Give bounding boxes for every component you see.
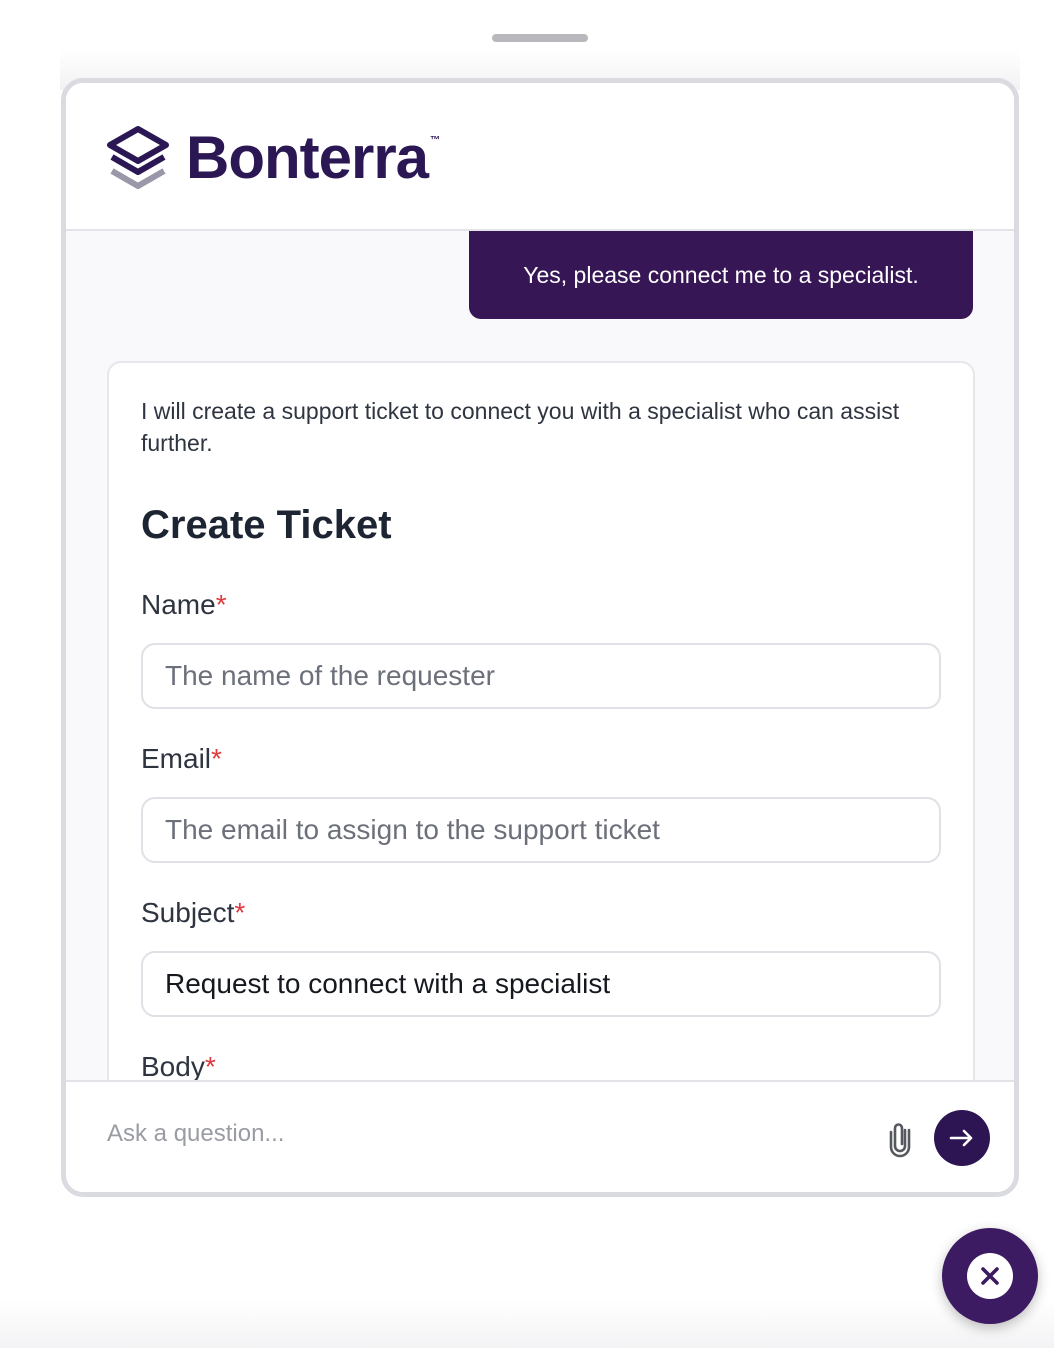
subject-label-text: Subject bbox=[141, 897, 235, 928]
required-marker: * bbox=[211, 743, 222, 774]
bonterra-logo-icon bbox=[107, 126, 169, 189]
required-marker: * bbox=[234, 897, 246, 928]
chat-widget: Bonterra ™ Yes, please connect me to a s… bbox=[61, 78, 1019, 1197]
user-message: Yes, please connect me to a specialist. bbox=[469, 231, 973, 319]
subject-field[interactable]: Request to connect with a specialist bbox=[141, 951, 941, 1017]
brand-name: Bonterra bbox=[186, 124, 429, 191]
chat-composer: Ask a question... bbox=[66, 1080, 1014, 1192]
trademark-symbol: ™ bbox=[430, 135, 441, 146]
name-field-placeholder: The name of the requester bbox=[165, 660, 495, 691]
email-field[interactable]: The email to assign to the support ticke… bbox=[141, 797, 941, 863]
bot-message-text: I will create a support ticket to connec… bbox=[141, 398, 900, 456]
close-button-circle bbox=[967, 1253, 1013, 1299]
question-input[interactable]: Ask a question... bbox=[107, 1120, 284, 1148]
close-chat-button[interactable] bbox=[942, 1228, 1038, 1324]
email-label-text: Email bbox=[141, 743, 212, 774]
email-field-placeholder: The email to assign to the support ticke… bbox=[165, 814, 660, 845]
page: Bonterra ™ Yes, please connect me to a s… bbox=[0, 0, 1054, 1348]
drag-handle[interactable] bbox=[492, 34, 588, 42]
required-marker: * bbox=[215, 589, 227, 620]
body-label: Body* bbox=[141, 1051, 216, 1080]
chat-header: Bonterra ™ bbox=[66, 83, 1014, 231]
email-label: Email* bbox=[141, 743, 222, 775]
subject-field-value: Request to connect with a specialist bbox=[165, 968, 611, 999]
close-icon bbox=[981, 1267, 999, 1285]
required-marker: * bbox=[204, 1051, 216, 1080]
send-button[interactable] bbox=[934, 1110, 990, 1166]
body-label-text: Body bbox=[141, 1051, 205, 1080]
form-title: Create Ticket bbox=[141, 503, 392, 547]
chat-messages[interactable]: Yes, please connect me to a specialist. … bbox=[66, 231, 1014, 1080]
name-label: Name* bbox=[141, 589, 227, 621]
name-field[interactable]: The name of the requester bbox=[141, 643, 941, 709]
user-message-text: Yes, please connect me to a specialist. bbox=[523, 261, 919, 288]
name-label-text: Name bbox=[141, 589, 216, 620]
bonterra-logo: Bonterra ™ bbox=[106, 123, 440, 193]
subject-label: Subject* bbox=[141, 897, 245, 929]
bot-message: I will create a support ticket to connec… bbox=[107, 361, 975, 1080]
paperclip-icon[interactable] bbox=[884, 1120, 916, 1158]
arrow-right-icon bbox=[949, 1129, 973, 1147]
